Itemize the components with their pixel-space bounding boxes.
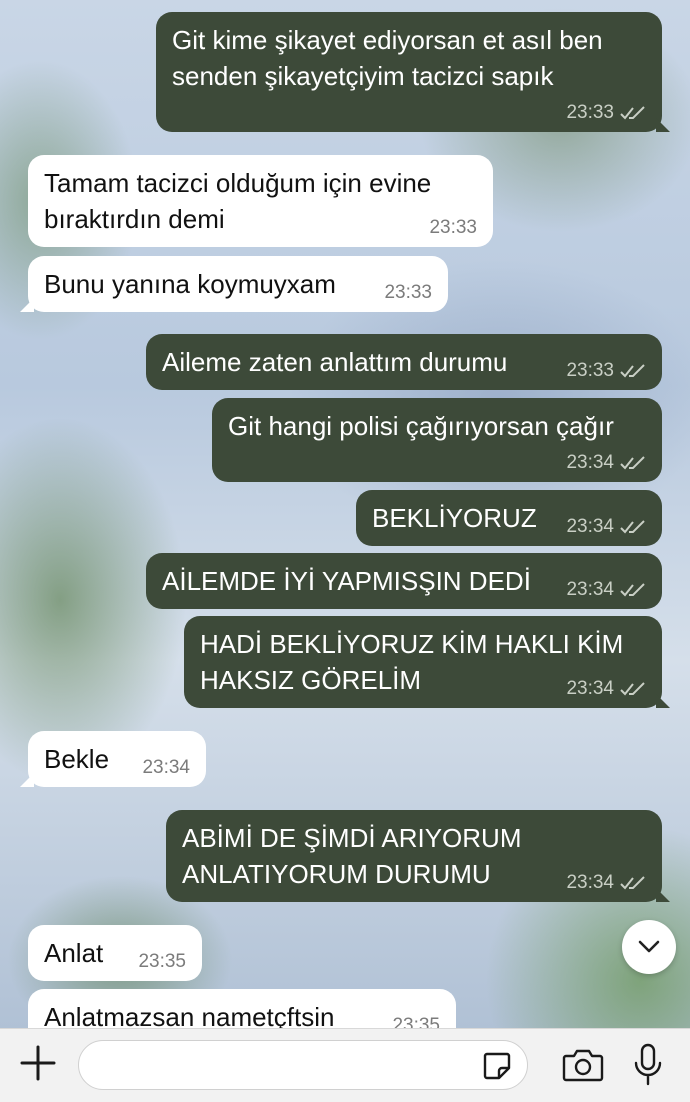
message-text: Bunu yanına koymuyxam — [44, 269, 336, 299]
message-bubble-outgoing[interactable]: ABİMİ DE ŞİMDİ ARIYORUM ANLATIYORUM DURU… — [166, 810, 670, 902]
double-check-icon — [620, 583, 645, 597]
scroll-to-bottom-button[interactable] — [622, 920, 676, 974]
microphone-button[interactable] — [632, 1043, 664, 1087]
message-time: 23:34 — [566, 678, 614, 699]
message-text: Anlatmazsan nametçftsin — [44, 1002, 335, 1028]
message-bubble-incoming[interactable]: Tamam tacizci olduğum için evine bıraktı… — [28, 155, 493, 247]
message-meta: 23:34 — [566, 678, 646, 700]
message-bubble-incoming[interactable]: Anlat 23:35 — [28, 925, 202, 981]
message-time: 23:33 — [566, 102, 614, 123]
message-meta: 23:34 — [566, 579, 646, 601]
message-bubble-incoming[interactable]: Bekle 23:34 — [20, 731, 206, 787]
message-meta: 23:33 — [566, 102, 646, 124]
sticker-icon — [483, 1052, 511, 1080]
message-meta: 23:33 — [566, 360, 646, 382]
message-time: 23:33 — [429, 217, 477, 238]
message-text: Tamam tacizci olduğum için evine bıraktı… — [44, 168, 432, 234]
message-time: 23:34 — [566, 872, 614, 893]
message-time: 23:34 — [142, 757, 190, 778]
message-meta: 23:35 — [138, 951, 186, 973]
message-composer-bar — [0, 1028, 690, 1102]
message-bubble-outgoing[interactable]: Aileme zaten anlattım durumu 23:33 — [146, 334, 662, 390]
microphone-icon — [634, 1043, 662, 1086]
message-time: 23:34 — [566, 452, 614, 473]
message-bubble-outgoing[interactable]: Git hangi polisi çağırıyorsan çağır 23:3… — [212, 398, 662, 482]
double-check-icon — [620, 520, 645, 534]
message-bubble-outgoing[interactable]: AİLEMDE İYİ YAPMISŞIN DEDİ 23:34 — [146, 553, 662, 609]
message-list[interactable]: Git kime şikayet ediyorsan et asıl ben s… — [0, 0, 690, 1028]
message-bubble-incoming[interactable]: Anlatmazsan nametçftsin 23:35 — [28, 989, 456, 1028]
message-time: 23:35 — [138, 951, 186, 972]
message-time: 23:33 — [566, 360, 614, 381]
attach-button[interactable] — [18, 1043, 58, 1083]
camera-icon — [562, 1049, 604, 1082]
message-meta: 23:34 — [566, 452, 646, 474]
chevron-down-icon — [638, 940, 660, 953]
plus-icon — [20, 1045, 56, 1081]
message-meta: 23:34 — [142, 757, 190, 779]
message-time: 23:34 — [566, 516, 614, 537]
double-check-icon — [620, 682, 645, 696]
message-input[interactable] — [78, 1040, 528, 1090]
message-bubble-outgoing[interactable]: HADİ BEKLİYORUZ KİM HAKLI KİM HAKSIZ GÖR… — [184, 616, 670, 708]
double-check-icon — [620, 364, 645, 378]
message-bubble-outgoing[interactable]: Git kime şikayet ediyorsan et asıl ben s… — [156, 12, 670, 132]
message-text: Git kime şikayet ediyorsan et asıl ben s… — [172, 25, 603, 91]
message-bubble-incoming[interactable]: Bunu yanına koymuyxam 23:33 — [20, 256, 448, 312]
message-meta: 23:34 — [566, 516, 646, 538]
double-check-icon — [620, 876, 645, 890]
double-check-icon — [620, 106, 645, 120]
camera-button[interactable] — [562, 1047, 604, 1083]
sticker-button[interactable] — [482, 1051, 512, 1081]
message-meta: 23:33 — [384, 282, 432, 304]
double-check-icon — [620, 456, 645, 470]
message-text: Git hangi polisi çağırıyorsan çağır — [228, 411, 614, 441]
message-meta: 23:34 — [566, 872, 646, 894]
message-meta: 23:35 — [392, 1015, 440, 1028]
message-meta: 23:33 — [429, 217, 477, 239]
message-time: 23:33 — [384, 282, 432, 303]
message-time: 23:35 — [392, 1015, 440, 1028]
message-time: 23:34 — [566, 579, 614, 600]
message-bubble-outgoing[interactable]: BEKLİYORUZ 23:34 — [356, 490, 662, 546]
